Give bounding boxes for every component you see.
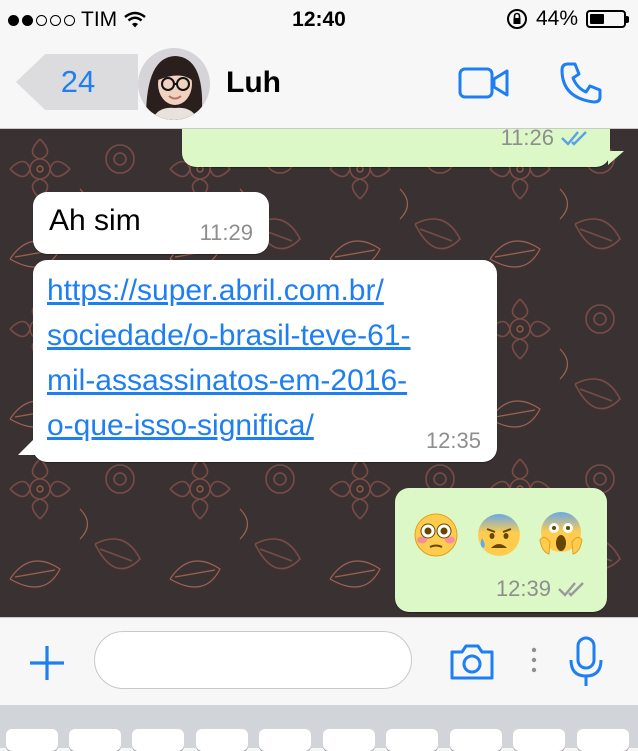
outgoing-message[interactable]: 11:26 [182, 129, 610, 167]
message-time: 11:26 [500, 129, 554, 150]
bubble-tail [18, 437, 36, 455]
bubble-tail [608, 151, 624, 165]
contact-name[interactable]: Luh [226, 66, 281, 100]
message-time: 11:29 [199, 220, 253, 245]
message-composer [0, 617, 638, 706]
phone-icon[interactable] [558, 60, 604, 106]
more-icon[interactable] [528, 646, 540, 678]
battery-icon [586, 10, 629, 28]
orientation-lock-icon [506, 9, 527, 29]
message-text: Ah sim [49, 204, 141, 237]
battery-percent: 44% [535, 7, 578, 30]
face-screaming-in-fear-emoji [539, 512, 583, 555]
chat-header: 24 Luh [0, 40, 638, 129]
keyboard [0, 705, 638, 751]
anxious-face-with-sweat-emoji [478, 514, 520, 556]
incoming-link-message[interactable]: https://super.abril.com.br/ sociedade/o-… [33, 260, 497, 462]
unread-count[interactable]: 24 [46, 54, 110, 110]
link-line[interactable]: o-que-isso-significa/ [47, 403, 411, 448]
link-line[interactable]: sociedade/o-brasil-teve-61- [47, 313, 411, 358]
link-line[interactable]: https://super.abril.com.br/ [47, 268, 411, 313]
delivered-ticks-icon [558, 582, 584, 597]
microphone-icon[interactable] [566, 636, 606, 688]
link-line[interactable]: mil-assassinatos-em-2016- [47, 358, 411, 403]
status-bar: TIM 12:40 44% [0, 0, 638, 40]
video-call-icon[interactable] [458, 66, 510, 100]
outgoing-emoji-message[interactable]: 12:39 [395, 488, 607, 612]
message-time: 12:39 [495, 576, 551, 601]
plus-icon[interactable] [28, 644, 66, 682]
message-input[interactable] [94, 631, 412, 689]
flushed-face-emoji [414, 513, 458, 557]
camera-icon[interactable] [448, 642, 496, 682]
chat-area[interactable]: 11:26 Ah sim 11:29 https://super.abril.c… [0, 129, 638, 617]
avatar[interactable] [138, 48, 210, 120]
message-link[interactable]: https://super.abril.com.br/ sociedade/o-… [47, 268, 411, 448]
message-time: 12:35 [425, 428, 481, 453]
read-ticks-icon [561, 131, 587, 146]
incoming-message[interactable]: Ah sim 11:29 [33, 192, 269, 254]
